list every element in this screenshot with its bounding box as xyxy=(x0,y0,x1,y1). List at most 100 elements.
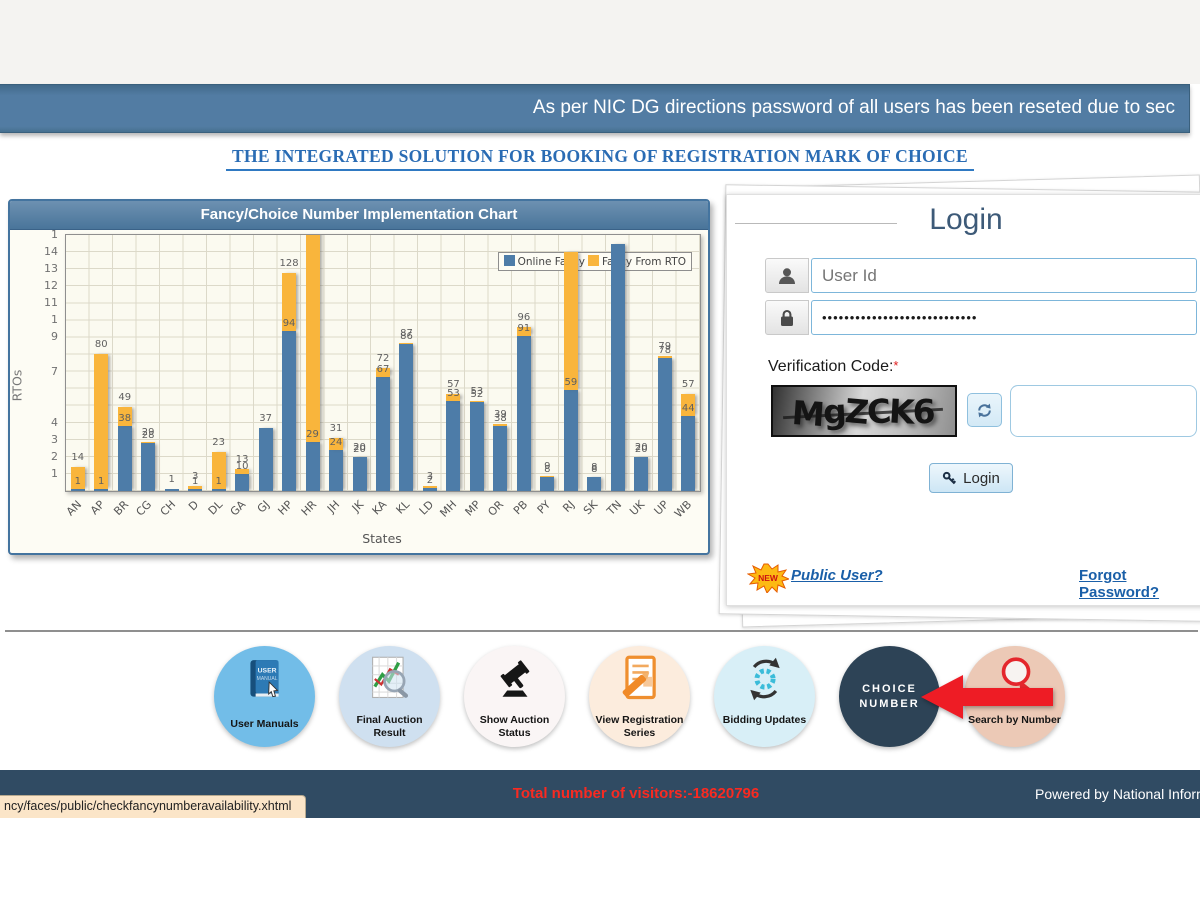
quick-link-label: CHOICE NUMBER xyxy=(849,682,930,713)
bar-rto-UP xyxy=(658,356,672,358)
captcha-refresh-button[interactable] xyxy=(967,393,1002,427)
x-tick-HR: HR xyxy=(288,498,318,528)
quick-link-bidding-updates[interactable]: Bidding Updates xyxy=(714,646,815,747)
bar-value-label: 53 xyxy=(460,386,494,397)
chart-y-axis-title: RTOs xyxy=(9,370,24,402)
bar-rto-CG xyxy=(141,442,155,444)
bar-value-label: 67 xyxy=(366,364,400,375)
status-url-text: ncy/faces/public/checkfancynumberavailab… xyxy=(0,796,305,817)
bar-value-label: 1 xyxy=(202,476,236,487)
bar-value-label: 13 xyxy=(225,454,259,465)
y-tick: 9 xyxy=(24,330,58,343)
bar-online-GJ xyxy=(259,428,273,491)
svg-text:MANUAL: MANUAL xyxy=(257,676,278,682)
login-button-label: Login xyxy=(963,470,1000,487)
chart-body: RTOs Online Fancy Fancy From RTO 1141803… xyxy=(10,230,708,555)
y-tick: 1 xyxy=(24,467,58,480)
quick-link-label: Show Auction Status xyxy=(468,714,561,739)
bar-value-label: 23 xyxy=(202,437,236,448)
bar-value-label: 20 xyxy=(624,442,658,453)
y-tick: 12 xyxy=(24,279,58,292)
bar-online-UK xyxy=(634,457,648,491)
user-id-input[interactable] xyxy=(811,258,1197,293)
verification-code-label: Verification Code:* xyxy=(768,358,898,376)
y-tick: 13 xyxy=(24,262,58,275)
chart-x-axis-title: States xyxy=(65,531,699,546)
sync-gear-icon xyxy=(740,652,790,706)
public-user-link[interactable]: Public User? xyxy=(791,567,883,584)
x-tick-CH: CH xyxy=(147,498,177,528)
captcha-input[interactable] xyxy=(1010,385,1197,437)
x-tick-DL: DL xyxy=(194,498,224,528)
x-tick-TN: TN xyxy=(594,498,624,528)
bar-value-label: 29 xyxy=(131,427,165,438)
bar-rto-HR xyxy=(306,234,320,442)
svg-text:USER: USER xyxy=(258,668,277,675)
x-tick-LD: LD xyxy=(406,498,436,528)
bar-online-HR xyxy=(306,442,320,491)
bar-online-CG xyxy=(141,443,155,491)
legend-swatch-rto xyxy=(588,255,599,266)
forgot-password-link[interactable]: Forgot Password? xyxy=(1079,567,1200,601)
x-tick-BR: BR xyxy=(100,498,130,528)
bar-online-DL xyxy=(212,489,226,491)
bar-value-label: 94 xyxy=(272,318,306,329)
bar-value-label: 72 xyxy=(366,353,400,364)
login-button[interactable]: Login xyxy=(929,463,1013,493)
legend-swatch-online xyxy=(504,255,515,266)
bar-online-JK xyxy=(353,457,367,491)
y-tick: 11 xyxy=(24,296,58,309)
bar-value-label: 38 xyxy=(108,413,142,424)
quick-link-final-auction-result[interactable]: Final Auction Result xyxy=(339,646,440,747)
captcha-image: MgZCK6 xyxy=(771,385,957,437)
book-icon: USER MANUAL xyxy=(240,652,290,710)
quick-link-show-auction-status[interactable]: Show Auction Status xyxy=(464,646,565,747)
bar-online-GA xyxy=(235,474,249,491)
x-tick-MP: MP xyxy=(453,498,483,528)
bar-value-label: 128 xyxy=(272,258,306,269)
bar-online-AN xyxy=(71,489,85,491)
document-pencil-icon xyxy=(615,652,665,706)
user-id-row xyxy=(765,258,1197,293)
page-heading-text: THE INTEGRATED SOLUTION FOR BOOKING OF R… xyxy=(226,146,974,171)
bar-rto-AP xyxy=(94,354,108,489)
bar-value-label: 8 xyxy=(577,462,611,473)
bar-value-label: 9 xyxy=(530,461,564,472)
bar-rto-LD xyxy=(423,486,437,488)
new-badge: NEW xyxy=(747,563,789,593)
red-arrow-pointer xyxy=(921,675,1053,719)
bar-online-KL xyxy=(399,344,413,491)
x-tick-OR: OR xyxy=(476,498,506,528)
bar-value-label: 79 xyxy=(648,341,682,352)
x-tick-UK: UK xyxy=(617,498,647,528)
status-url-tooltip: ncy/faces/public/checkfancynumberavailab… xyxy=(0,795,306,818)
x-tick-KA: KA xyxy=(359,498,389,528)
x-tick-RJ: RJ xyxy=(547,498,577,528)
quick-link-view-registration-series[interactable]: View Registration Series xyxy=(589,646,690,747)
x-tick-UP: UP xyxy=(641,498,671,528)
bar-online-AP xyxy=(94,489,108,491)
x-tick-HP: HP xyxy=(265,498,295,528)
gavel-icon xyxy=(490,652,540,706)
user-icon xyxy=(765,258,809,293)
quick-link-user-manuals[interactable]: USER MANUAL User Manuals xyxy=(214,646,315,747)
x-tick-WB: WB xyxy=(664,498,694,528)
x-tick-AN: AN xyxy=(54,498,84,528)
bar-rto-KL xyxy=(399,343,413,345)
y-tick: 14 xyxy=(24,245,58,258)
password-input[interactable] xyxy=(811,300,1197,335)
y-tick: 7 xyxy=(24,365,58,378)
x-tick-PB: PB xyxy=(500,498,530,528)
bar-value-label: 87 xyxy=(389,328,423,339)
bar-value-label: 96 xyxy=(507,312,541,323)
password-row xyxy=(765,300,1197,335)
chart-legend: Online Fancy Fancy From RTO xyxy=(498,252,692,271)
bar-online-PY xyxy=(540,477,554,491)
bar-online-OR xyxy=(493,426,507,491)
quick-link-label: View Registration Series xyxy=(593,714,686,739)
x-tick-MH: MH xyxy=(429,498,459,528)
y-tick: 2 xyxy=(24,450,58,463)
bar-value-label: 39 xyxy=(483,409,517,420)
login-panel: Login Verification Code:* MgZCK6 Login xyxy=(726,194,1200,606)
bar-value-label: 1 xyxy=(84,476,118,487)
